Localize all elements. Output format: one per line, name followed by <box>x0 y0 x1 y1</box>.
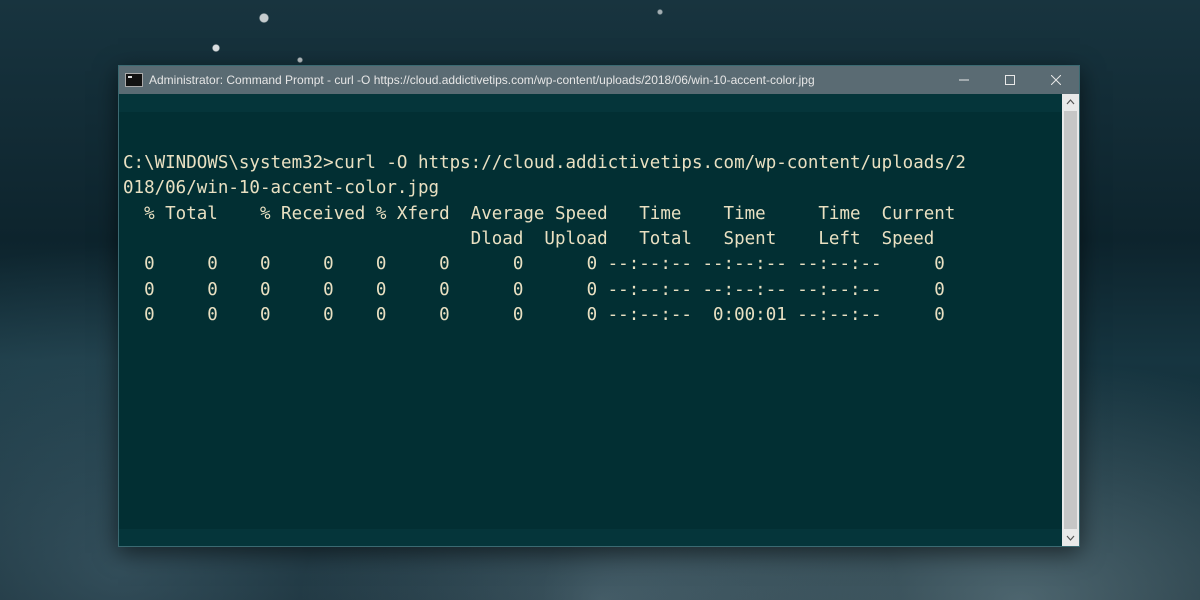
scroll-track[interactable] <box>1062 111 1079 529</box>
scroll-down-button[interactable] <box>1062 529 1079 546</box>
window-title: Administrator: Command Prompt - curl -O … <box>149 73 941 87</box>
command-prompt-window: Administrator: Command Prompt - curl -O … <box>118 65 1080 547</box>
window-titlebar[interactable]: Administrator: Command Prompt - curl -O … <box>119 66 1079 94</box>
terminal-output[interactable]: C:\WINDOWS\system32>curl -O https://clou… <box>119 112 1062 529</box>
window-controls <box>941 66 1079 94</box>
close-icon <box>1051 75 1061 85</box>
maximize-button[interactable] <box>987 66 1033 94</box>
chevron-up-icon <box>1066 98 1075 107</box>
minimize-button[interactable] <box>941 66 987 94</box>
close-button[interactable] <box>1033 66 1079 94</box>
scroll-thumb[interactable] <box>1064 111 1077 529</box>
cmd-icon <box>125 73 143 87</box>
maximize-icon <box>1005 75 1015 85</box>
window-client-area: C:\WINDOWS\system32>curl -O https://clou… <box>119 94 1079 546</box>
vertical-scrollbar[interactable] <box>1062 94 1079 546</box>
desktop-wallpaper: Administrator: Command Prompt - curl -O … <box>0 0 1200 600</box>
minimize-icon <box>959 75 969 85</box>
scroll-up-button[interactable] <box>1062 94 1079 111</box>
chevron-down-icon <box>1066 533 1075 542</box>
